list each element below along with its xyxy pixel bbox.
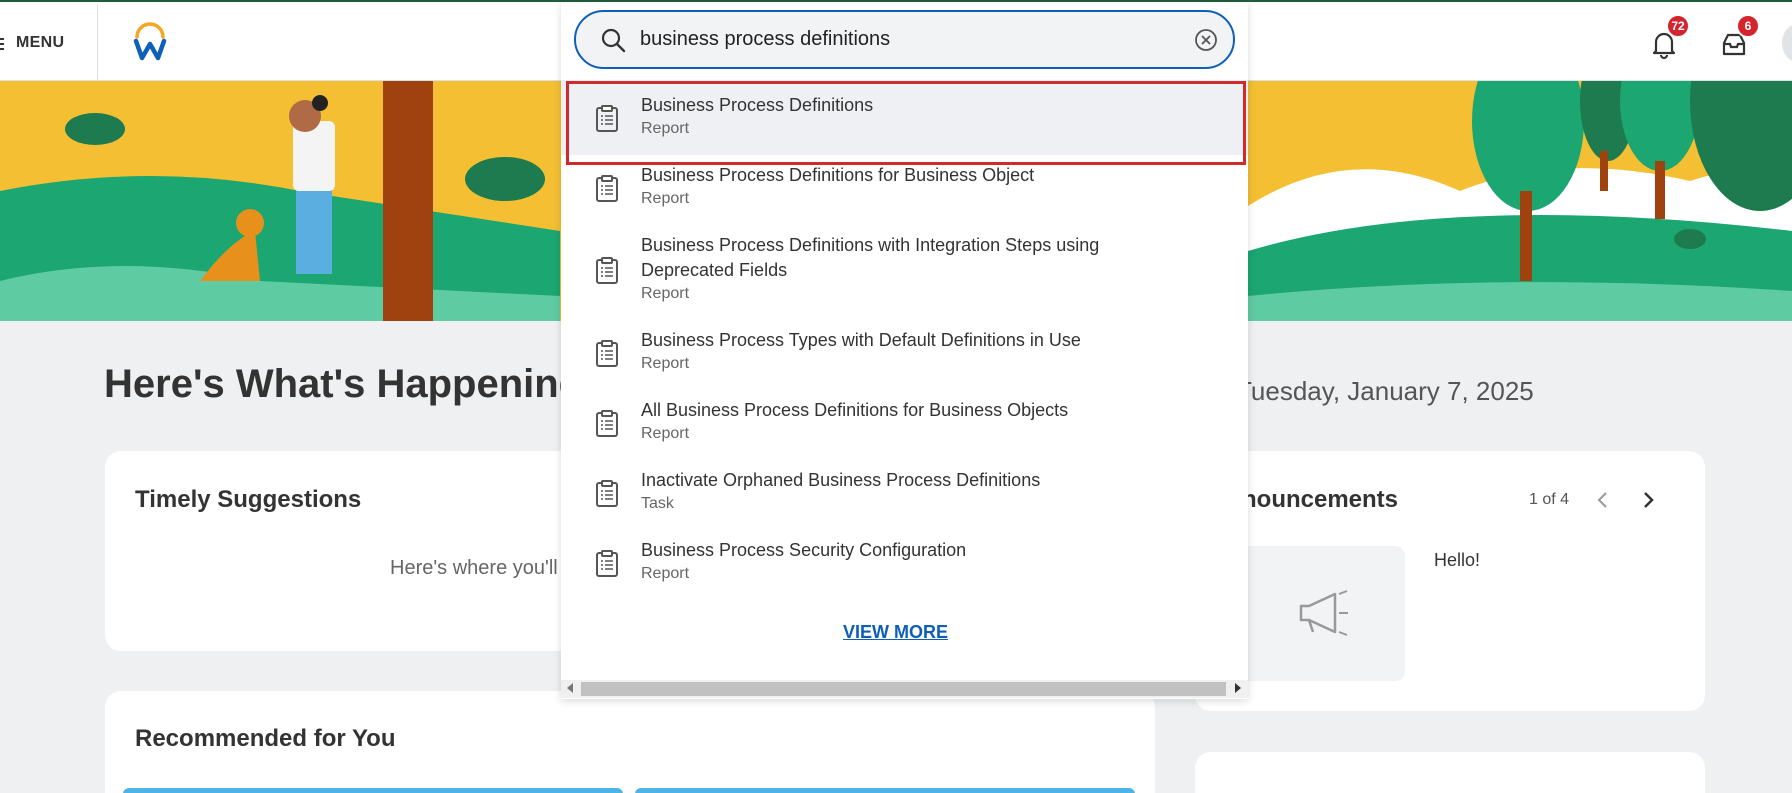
search-result-type: Report bbox=[641, 190, 690, 207]
report-icon bbox=[596, 550, 618, 577]
timely-suggestions-body: Here's where you'll bbox=[390, 557, 558, 579]
view-more-link[interactable]: VIEW MORE bbox=[843, 622, 948, 643]
search-result-item[interactable]: All Business Process Definitions for Bus… bbox=[561, 390, 1248, 460]
menu-button[interactable]: MENU bbox=[0, 4, 98, 82]
avatar[interactable] bbox=[1782, 24, 1792, 62]
search-result-type: Report bbox=[641, 285, 690, 302]
search-bar[interactable] bbox=[574, 10, 1235, 69]
page-heading: Here's What's Happening bbox=[104, 362, 584, 406]
search-result-title: Business Process Definitions bbox=[641, 95, 874, 115]
search-result-type: Report bbox=[641, 425, 690, 442]
notifications-badge: 72 bbox=[1666, 14, 1690, 38]
menu-label: MENU bbox=[16, 34, 65, 51]
search-results: Business Process Definitions Report Busi… bbox=[561, 80, 1248, 600]
horizontal-scrollbar[interactable] bbox=[561, 680, 1248, 698]
scroll-left-arrow[interactable] bbox=[567, 683, 573, 693]
search-result-item[interactable]: Business Process Definitions for Busines… bbox=[561, 155, 1248, 225]
chevron-right-icon[interactable] bbox=[1638, 488, 1658, 512]
secondary-card bbox=[1195, 752, 1705, 793]
date-label: Tuesday, January 7, 2025 bbox=[1236, 376, 1534, 406]
search-result-title: Business Process Types with Default Defi… bbox=[641, 330, 1081, 350]
recommended-tile[interactable] bbox=[123, 788, 623, 793]
search-result-title: Business Process Definitions with Integr… bbox=[641, 235, 1100, 280]
search-result-type: Task bbox=[641, 495, 674, 512]
notifications-button[interactable]: 72 bbox=[1644, 14, 1690, 64]
search-result-title: Business Process Definitions for Busines… bbox=[641, 165, 1035, 185]
search-result-item[interactable]: Business Process Definitions with Integr… bbox=[561, 225, 1248, 320]
search-input[interactable] bbox=[640, 28, 1180, 51]
scrollbar-thumb[interactable] bbox=[581, 682, 1226, 696]
inbox-button[interactable]: 6 bbox=[1714, 14, 1760, 64]
report-icon bbox=[596, 175, 618, 202]
announcement-text[interactable]: Hello! bbox=[1434, 550, 1480, 571]
announcement-image[interactable] bbox=[1240, 546, 1405, 681]
search-result-item[interactable]: Business Process Types with Default Defi… bbox=[561, 320, 1248, 390]
menu-icon bbox=[0, 36, 8, 50]
workday-logo[interactable] bbox=[130, 22, 170, 62]
search-result-item[interactable]: Business Process Security Configuration … bbox=[561, 530, 1248, 600]
search-result-type: Report bbox=[641, 565, 690, 582]
report-icon bbox=[596, 410, 618, 437]
chevron-left-icon[interactable] bbox=[1593, 488, 1613, 512]
search-icon bbox=[601, 28, 626, 52]
clear-icon[interactable] bbox=[1193, 27, 1219, 53]
search-result-title: All Business Process Definitions for Bus… bbox=[641, 400, 1069, 420]
scroll-right-arrow[interactable] bbox=[1235, 683, 1241, 693]
search-result-title: Business Process Security Configuration bbox=[641, 540, 967, 560]
report-icon bbox=[596, 105, 618, 132]
announcements-card: Announcements 1 of 4 Hello! bbox=[1195, 451, 1705, 711]
search-result-type: Report bbox=[641, 355, 690, 372]
report-icon bbox=[596, 340, 618, 367]
timely-suggestions-title: Timely Suggestions bbox=[135, 486, 362, 513]
recommended-tile[interactable] bbox=[635, 788, 1135, 793]
megaphone-icon bbox=[1299, 590, 1348, 636]
task-icon bbox=[596, 480, 618, 507]
search-result-type: Report bbox=[641, 120, 690, 137]
recommended-title: Recommended for You bbox=[135, 725, 396, 752]
search-result-item[interactable]: Inactivate Orphaned Business Process Def… bbox=[561, 460, 1248, 530]
inbox-badge: 6 bbox=[1736, 14, 1760, 38]
recommended-card: Recommended for You bbox=[105, 691, 1155, 793]
announcements-pager: 1 of 4 bbox=[1529, 491, 1570, 508]
search-result-item[interactable]: Business Process Definitions Report bbox=[561, 80, 1248, 155]
report-icon bbox=[596, 257, 618, 284]
search-result-title: Inactivate Orphaned Business Process Def… bbox=[641, 470, 1041, 490]
